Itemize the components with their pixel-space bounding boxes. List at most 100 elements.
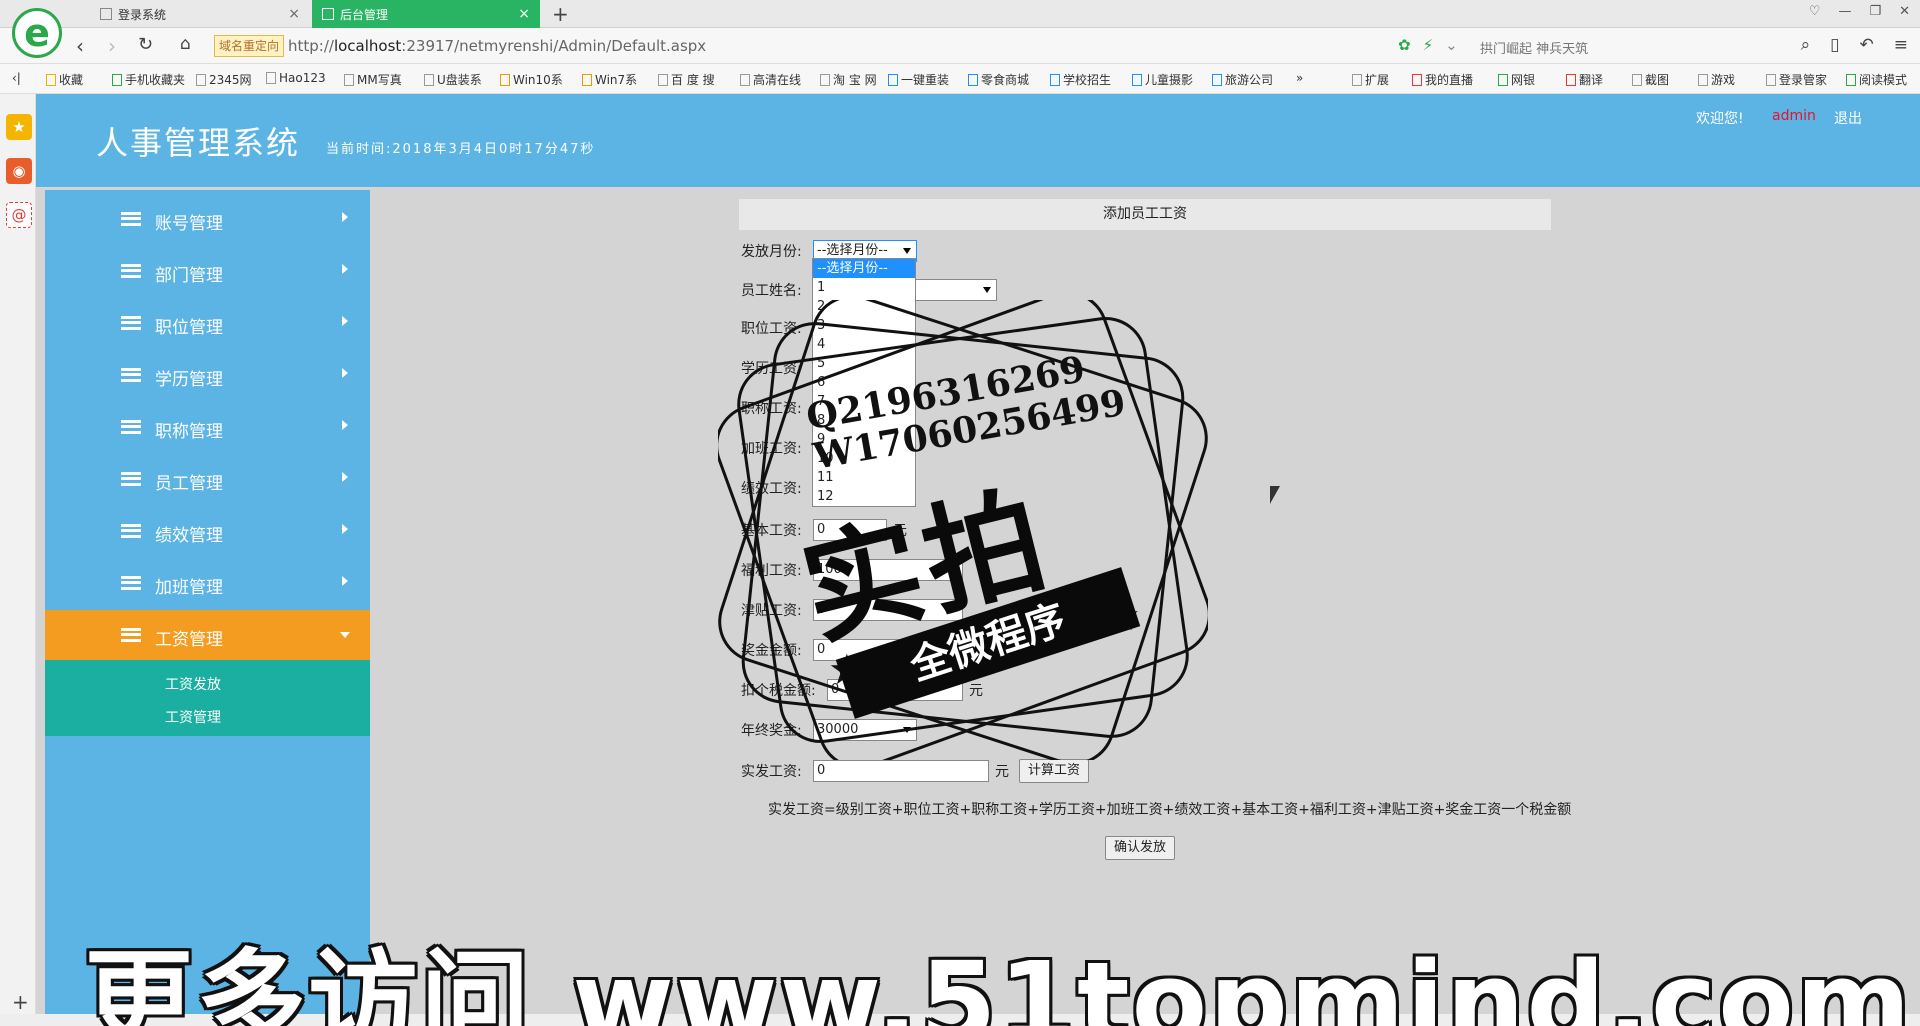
- menu-item-overtime[interactable]: 加班管理: [45, 558, 370, 610]
- month-option[interactable]: 5: [813, 354, 915, 373]
- close-window-icon[interactable]: ✕: [1899, 4, 1910, 19]
- tax-unit: 元: [969, 683, 983, 699]
- menu-item-education[interactable]: 学历管理: [45, 350, 370, 402]
- menu-item-accounts[interactable]: 账号管理: [45, 194, 370, 246]
- allowance-salary-label: 津贴工资:: [741, 603, 802, 619]
- menu-item-positions[interactable]: 职位管理: [45, 298, 370, 350]
- month-option[interactable]: --选择月份--: [813, 259, 915, 278]
- actual-salary-input[interactable]: 0: [813, 760, 989, 782]
- toolbar-live[interactable]: 我的直播: [1412, 71, 1473, 88]
- chevron-right-icon: [342, 420, 348, 430]
- search-input[interactable]: 拱门崛起 神兵天筑: [1480, 38, 1588, 57]
- scissors-icon: [1632, 74, 1642, 86]
- toolbar-extension[interactable]: 扩展: [1352, 71, 1389, 88]
- bookmark-item[interactable]: 淘 宝 网: [820, 71, 877, 88]
- bookmark-item[interactable]: 一键重装: [888, 71, 949, 88]
- bookmark-item[interactable]: 高清在线: [740, 71, 801, 88]
- toolbar-label: 游戏: [1711, 73, 1736, 87]
- bookmark-item[interactable]: 手机收藏夹: [112, 71, 185, 88]
- bookmark-icon: [424, 74, 434, 86]
- close-icon[interactable]: ×: [518, 6, 530, 22]
- bookmark-item[interactable]: Hao123: [266, 71, 326, 85]
- tab-login[interactable]: 登录系统 ×: [90, 0, 310, 28]
- bookmark-icon: [968, 74, 978, 86]
- refresh-icon[interactable]: ↻: [138, 34, 153, 55]
- bookmark-label: 百 度 搜: [671, 73, 715, 87]
- menu-label: 加班管理: [155, 578, 223, 598]
- bookmark-item[interactable]: 学校招生: [1050, 71, 1111, 88]
- submenu-item-salary-issue[interactable]: 工资发放: [165, 674, 221, 694]
- confirm-issue-button[interactable]: 确认发放: [1105, 836, 1176, 860]
- bookmark-item[interactable]: 零食商城: [968, 71, 1029, 88]
- bank-icon: [1498, 74, 1508, 86]
- month-option[interactable]: 2: [813, 297, 915, 316]
- skin-icon[interactable]: ♡: [1809, 4, 1821, 19]
- tab-admin[interactable]: 后台管理 ×: [312, 0, 540, 28]
- menu-item-employees[interactable]: 员工管理: [45, 454, 370, 506]
- undo-icon[interactable]: ↶: [1860, 35, 1874, 55]
- weibo-icon[interactable]: ◉: [6, 158, 32, 184]
- bookmark-item[interactable]: 百 度 搜: [658, 71, 715, 88]
- close-icon[interactable]: ×: [288, 6, 300, 22]
- back-icon[interactable]: ‹: [76, 34, 84, 58]
- speed-icon[interactable]: ⚡: [1423, 36, 1434, 54]
- bookmark-icon: [740, 74, 750, 86]
- menu-item-performance[interactable]: 绩效管理: [45, 506, 370, 558]
- bookmark-item[interactable]: MM写真: [344, 71, 402, 88]
- month-option[interactable]: 1: [813, 278, 915, 297]
- window-controls: ♡ — ❐ ✕: [1809, 4, 1910, 19]
- menu-item-titles[interactable]: 职称管理: [45, 402, 370, 454]
- bookmark-label: Win10系: [513, 73, 563, 87]
- menu-label: 职位管理: [155, 318, 223, 338]
- calculate-button[interactable]: 计算工资: [1019, 759, 1090, 783]
- extension-icon: [1352, 74, 1362, 86]
- toolbar-games[interactable]: 游戏: [1698, 71, 1735, 88]
- toolbar-reading-mode[interactable]: 阅读模式: [1846, 71, 1907, 88]
- book-icon: [1846, 74, 1856, 86]
- home-icon[interactable]: ⌂: [180, 34, 191, 54]
- bookmark-item[interactable]: 收藏: [46, 71, 83, 88]
- dropdown-icon[interactable]: ⌄: [1445, 36, 1458, 54]
- year-bonus-select[interactable]: 30000: [813, 719, 917, 741]
- restore-icon[interactable]: ❐: [1869, 4, 1881, 19]
- bookmark-item[interactable]: Win7系: [582, 71, 637, 88]
- salary-form: 添加员工工资: [739, 199, 1551, 230]
- favorites-star-icon[interactable]: ★: [6, 114, 32, 140]
- toolbar-login-manager[interactable]: 登录管家: [1766, 71, 1827, 88]
- toolbar-bank[interactable]: 网银: [1498, 71, 1535, 88]
- reader-icon[interactable]: ▯: [1830, 35, 1839, 55]
- toolbar-translate[interactable]: 翻译: [1566, 71, 1603, 88]
- page-icon: [100, 8, 112, 20]
- submenu-item-salary-manage[interactable]: 工资管理: [165, 707, 221, 727]
- logout-link[interactable]: 退出: [1834, 108, 1862, 128]
- windows-icon: [500, 74, 510, 86]
- browser-logo-icon[interactable]: e: [12, 8, 62, 58]
- bookmark-item[interactable]: 旅游公司: [1212, 71, 1273, 88]
- bookmark-item[interactable]: 儿童摄影: [1132, 71, 1193, 88]
- add-icon[interactable]: +: [12, 990, 29, 1014]
- bookmark-item[interactable]: Win10系: [500, 71, 563, 88]
- salary-submenu: 工资发放 工资管理: [45, 660, 370, 736]
- bookmark-item[interactable]: 2345网: [196, 71, 252, 88]
- new-tab-icon[interactable]: +: [552, 2, 569, 26]
- user-link[interactable]: admin: [1772, 108, 1816, 124]
- month-option[interactable]: 3: [813, 316, 915, 335]
- page-icon: [322, 8, 334, 20]
- toolbar-screenshot[interactable]: 截图: [1632, 71, 1669, 88]
- url-input[interactable]: http://localhost:23917/netmyrenshi/Admin…: [288, 37, 706, 55]
- more-bookmarks-icon[interactable]: »: [1296, 71, 1303, 85]
- minimize-icon[interactable]: —: [1838, 4, 1851, 19]
- welcome-text: 欢迎您!: [1696, 111, 1744, 127]
- menu-item-salary[interactable]: 工资管理: [45, 610, 370, 662]
- search-icon[interactable]: ⌕: [1801, 35, 1811, 55]
- security-icon[interactable]: ✿: [1398, 36, 1411, 54]
- forward-icon[interactable]: ›: [108, 34, 116, 58]
- month-option[interactable]: 4: [813, 335, 915, 354]
- sidebar-toggle-icon[interactable]: ‹|: [12, 71, 21, 85]
- bookmark-item[interactable]: U盘装系: [424, 71, 482, 88]
- bookmark-icon: [266, 72, 276, 84]
- domain-redirect-badge[interactable]: 域名重定向: [214, 35, 285, 57]
- email-icon[interactable]: @: [6, 202, 32, 228]
- menu-item-departments[interactable]: 部门管理: [45, 246, 370, 298]
- menu-icon[interactable]: ≡: [1894, 35, 1908, 55]
